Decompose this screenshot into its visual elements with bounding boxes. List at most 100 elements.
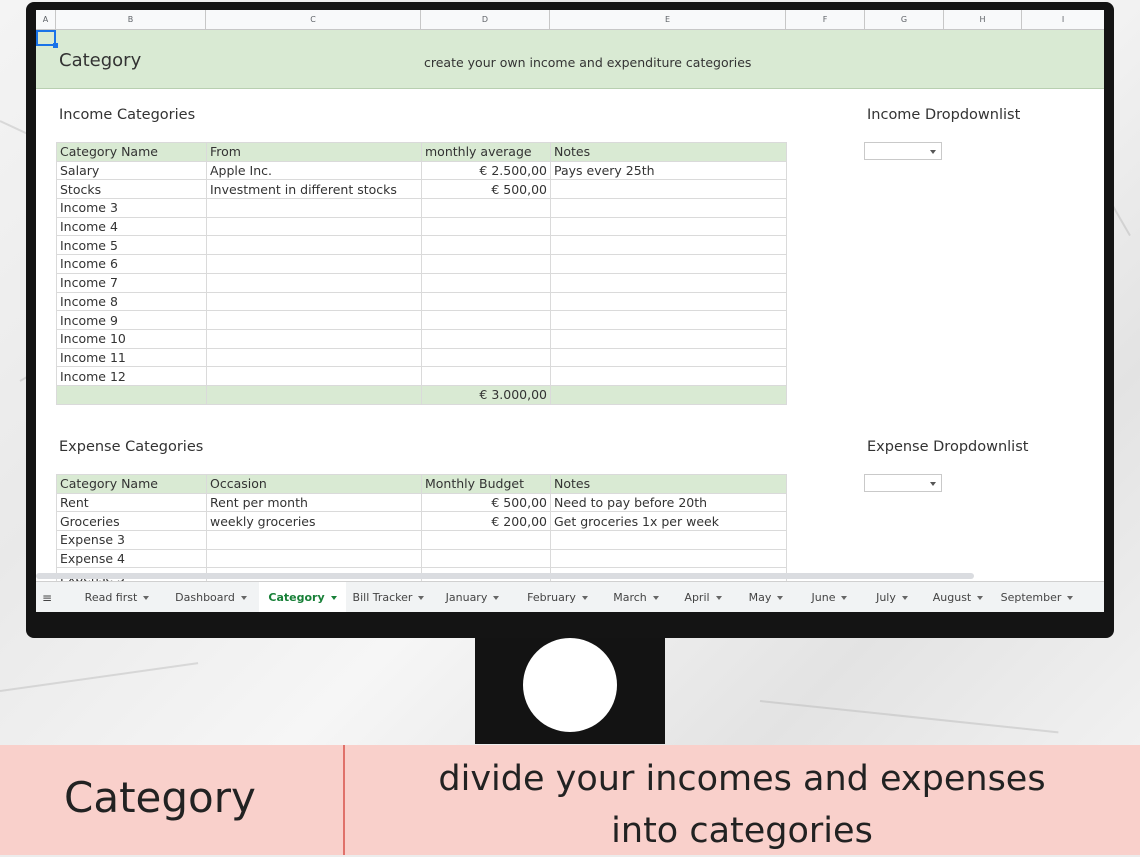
chevron-down-icon[interactable] [777, 596, 784, 600]
income-notes-cell[interactable] [550, 216, 787, 237]
all-sheets-menu-icon[interactable]: ≡ [42, 591, 52, 605]
income-amount-cell[interactable] [421, 254, 551, 274]
income-category-cell[interactable]: Income 9 [56, 310, 207, 330]
income-notes-cell[interactable] [550, 254, 787, 274]
income-detail-cell[interactable] [206, 198, 422, 218]
income-detail-cell[interactable] [206, 216, 422, 237]
income-notes-cell[interactable] [550, 366, 787, 386]
chevron-down-icon[interactable] [841, 596, 848, 600]
income-amount-cell[interactable] [421, 347, 551, 368]
income-notes-cell[interactable] [550, 179, 787, 200]
income-category-cell[interactable]: Income 12 [56, 366, 207, 386]
chevron-down-icon[interactable] [977, 596, 984, 600]
column-header-h[interactable]: H [944, 10, 1022, 29]
income-amount-cell[interactable]: € 500,00 [421, 179, 551, 200]
income-category-cell[interactable]: Income 3 [56, 198, 207, 218]
expense-notes-cell[interactable] [550, 548, 787, 569]
sheet-tab-september[interactable]: September [994, 582, 1080, 612]
income-detail-cell[interactable] [206, 272, 422, 293]
income-category-cell[interactable]: Income 7 [56, 272, 207, 293]
chevron-down-icon[interactable] [330, 596, 337, 600]
income-notes-cell[interactable] [550, 347, 787, 368]
income-dropdown[interactable] [864, 142, 942, 160]
income-notes-cell[interactable] [550, 328, 787, 349]
income-category-cell[interactable]: Income 11 [56, 347, 207, 368]
expense-amount-cell[interactable]: € 200,00 [421, 511, 551, 532]
sheet-tab-may[interactable]: May [735, 582, 797, 612]
income-detail-cell[interactable] [206, 366, 422, 386]
chevron-down-icon[interactable] [715, 596, 722, 600]
income-detail-cell[interactable] [206, 328, 422, 349]
income-detail-cell[interactable] [206, 235, 422, 256]
chevron-down-icon[interactable] [1067, 596, 1074, 600]
expense-category-cell[interactable]: Groceries [56, 511, 207, 532]
income-detail-cell[interactable]: Investment in different stocks [206, 179, 422, 200]
income-detail-cell[interactable] [206, 310, 422, 330]
income-amount-cell[interactable] [421, 216, 551, 237]
income-header-category[interactable]: Category Name [56, 142, 207, 162]
expense-dropdown[interactable] [864, 474, 942, 492]
income-notes-cell[interactable] [550, 235, 787, 256]
expense-detail-cell[interactable] [206, 548, 422, 569]
sheet-tab-dashboard[interactable]: Dashboard [163, 582, 259, 612]
column-header-g[interactable]: G [865, 10, 944, 29]
income-notes-cell[interactable]: Pays every 25th [550, 160, 787, 181]
horizontal-scrollbar[interactable] [36, 573, 974, 579]
column-header-c[interactable]: C [206, 10, 421, 29]
income-amount-cell[interactable] [421, 272, 551, 293]
chevron-down-icon[interactable] [901, 596, 908, 600]
expense-category-cell[interactable]: Expense 3 [56, 530, 207, 550]
sheet-tab-july[interactable]: July [862, 582, 922, 612]
income-notes-cell[interactable] [550, 291, 787, 312]
income-notes-cell[interactable] [550, 198, 787, 218]
sheet-tab-read-first[interactable]: Read first [71, 582, 163, 612]
chevron-down-icon[interactable] [418, 596, 425, 600]
income-category-cell[interactable]: Income 4 [56, 216, 207, 237]
sheet-tab-category[interactable]: Category [259, 582, 346, 612]
sheet-tab-june[interactable]: June [797, 582, 862, 612]
income-notes-cell[interactable] [550, 272, 787, 293]
expense-notes-cell[interactable] [550, 530, 787, 550]
column-header-i[interactable]: I [1022, 10, 1104, 29]
sheet-tab-march[interactable]: March [601, 582, 671, 612]
income-amount-cell[interactable] [421, 235, 551, 256]
expense-amount-cell[interactable]: € 500,00 [421, 492, 551, 513]
expense-header-notes[interactable]: Notes [550, 474, 787, 494]
expense-category-cell[interactable]: Rent [56, 492, 207, 513]
expense-header-budget[interactable]: Monthly Budget [421, 474, 551, 494]
income-category-cell[interactable]: Income 6 [56, 254, 207, 274]
income-notes-cell[interactable] [550, 310, 787, 330]
income-amount-cell[interactable] [421, 291, 551, 312]
income-category-cell[interactable]: Income 5 [56, 235, 207, 256]
expense-notes-cell[interactable]: Get groceries 1x per week [550, 511, 787, 532]
expense-detail-cell[interactable] [206, 530, 422, 550]
income-header-notes[interactable]: Notes [550, 142, 787, 162]
expense-category-cell[interactable]: Expense 4 [56, 548, 207, 569]
income-total-value[interactable]: € 3.000,00 [421, 384, 551, 405]
sheet-tab-february[interactable]: February [514, 582, 601, 612]
column-header-b[interactable]: B [56, 10, 206, 29]
chevron-down-icon[interactable] [581, 596, 588, 600]
expense-header-category[interactable]: Category Name [56, 474, 207, 494]
income-detail-cell[interactable]: Apple Inc. [206, 160, 422, 181]
income-detail-cell[interactable] [206, 254, 422, 274]
column-header-f[interactable]: F [786, 10, 865, 29]
expense-notes-cell[interactable]: Need to pay before 20th [550, 492, 787, 513]
column-header-d[interactable]: D [421, 10, 550, 29]
income-category-cell[interactable]: Stocks [56, 179, 207, 200]
sheet-tab-august[interactable]: August [922, 582, 994, 612]
sheet-tab-april[interactable]: April [671, 582, 735, 612]
income-total-empty-cell[interactable] [206, 384, 422, 405]
income-amount-cell[interactable] [421, 310, 551, 330]
chevron-down-icon[interactable] [143, 596, 150, 600]
expense-header-occasion[interactable]: Occasion [206, 474, 422, 494]
income-detail-cell[interactable] [206, 291, 422, 312]
income-total-empty-cell[interactable] [56, 384, 207, 405]
income-total-empty-cell[interactable] [550, 384, 787, 405]
income-category-cell[interactable]: Income 8 [56, 291, 207, 312]
expense-amount-cell[interactable] [421, 548, 551, 569]
expense-amount-cell[interactable] [421, 530, 551, 550]
income-category-cell[interactable]: Salary [56, 160, 207, 181]
chevron-down-icon[interactable] [652, 596, 659, 600]
income-amount-cell[interactable] [421, 366, 551, 386]
